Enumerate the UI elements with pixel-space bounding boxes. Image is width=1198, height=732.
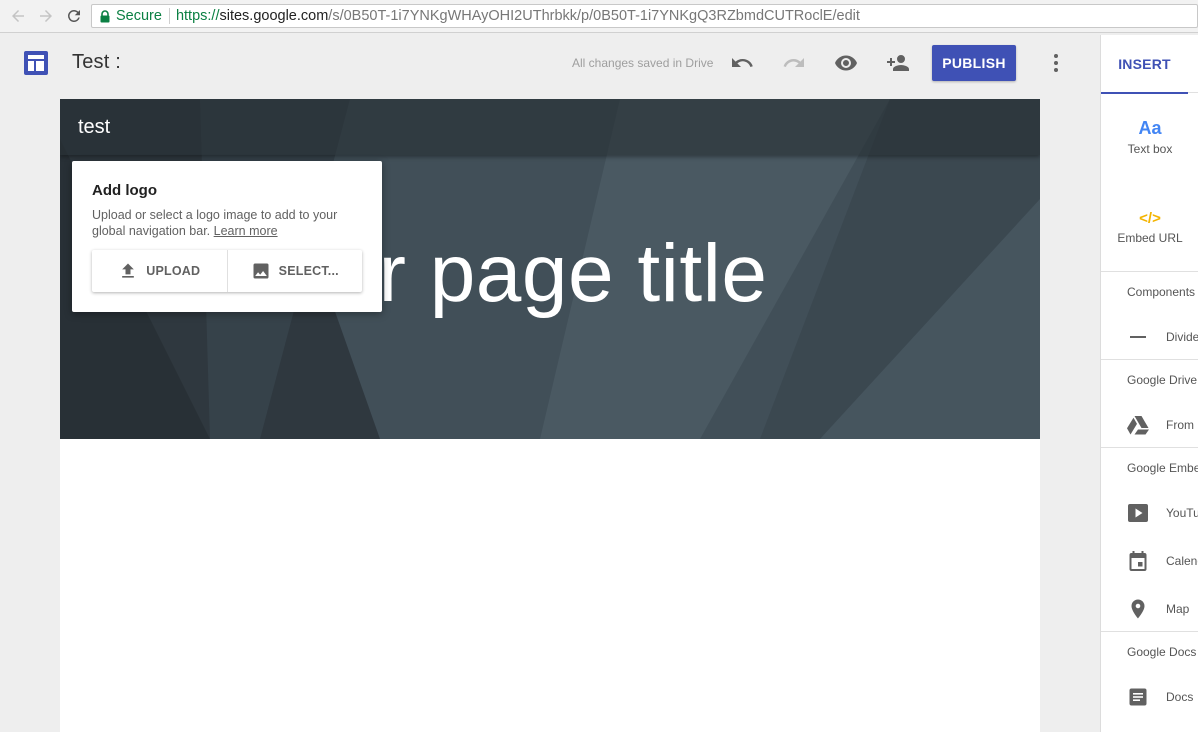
- section-divider: [1101, 447, 1198, 448]
- youtube-label: YouTu: [1166, 506, 1198, 520]
- nav-site-name[interactable]: test: [78, 116, 110, 139]
- url-separator: [168, 8, 170, 24]
- address-bar[interactable]: Secure https://sites.google.com/s/0B50T-…: [91, 4, 1198, 28]
- insert-youtube[interactable]: YouTu: [1127, 502, 1198, 524]
- insert-docs[interactable]: Docs: [1127, 686, 1193, 708]
- docs-label: Docs: [1166, 690, 1194, 704]
- youtube-icon: [1128, 504, 1148, 522]
- more-options-icon[interactable]: [1043, 50, 1069, 76]
- embed-code-icon: </>: [1139, 210, 1161, 227]
- learn-more-link[interactable]: Learn more: [214, 224, 278, 238]
- section-divider: [1101, 359, 1198, 360]
- insert-divider[interactable]: Divide: [1127, 326, 1198, 348]
- text-box-icon: Aa: [1138, 118, 1162, 138]
- upload-label: UPLOAD: [146, 264, 201, 278]
- undo-icon[interactable]: [729, 50, 755, 76]
- insert-from-drive[interactable]: From I: [1127, 414, 1198, 436]
- map-pin-icon: [1131, 599, 1145, 619]
- insert-panel: INSERT Aa Text box </> Embed URL Compone…: [1100, 35, 1198, 732]
- section-google-embeds: Google Embe: [1127, 461, 1198, 475]
- add-logo-dialog: Add logo Upload or select a logo image t…: [72, 161, 382, 312]
- add-logo-description: Upload or select a logo image to add to …: [92, 207, 364, 239]
- select-button[interactable]: SELECT...: [226, 250, 363, 292]
- section-divider: [1101, 271, 1198, 272]
- url-scheme: https://: [175, 8, 220, 24]
- url-path: /s/0B50T-1i7YNKgWHAyOHI2UThrbkk/p/0B50T-…: [328, 8, 860, 24]
- embed-url-label: Embed URL: [1117, 231, 1183, 245]
- upload-button[interactable]: UPLOAD: [92, 250, 227, 292]
- from-drive-label: From I: [1166, 418, 1198, 432]
- section-divider: [1101, 631, 1198, 632]
- divider-icon: [1130, 336, 1146, 338]
- back-icon[interactable]: [8, 6, 28, 26]
- preview-eye-icon[interactable]: [833, 50, 859, 76]
- text-box-label: Text box: [1127, 142, 1173, 156]
- insert-text-box[interactable]: Aa Text box: [1101, 118, 1198, 156]
- calendar-icon: [1129, 551, 1147, 571]
- google-sites-logo-icon[interactable]: [24, 51, 48, 75]
- insert-map[interactable]: Map: [1127, 598, 1189, 620]
- select-label: SELECT...: [278, 264, 339, 278]
- calendar-label: Calend: [1166, 554, 1198, 568]
- add-logo-title: Add logo: [92, 182, 157, 199]
- redo-icon[interactable]: [781, 50, 807, 76]
- insert-calendar[interactable]: Calend: [1127, 550, 1198, 572]
- url-host: sites.google.com: [219, 8, 329, 24]
- upload-icon: [122, 263, 135, 278]
- reload-icon[interactable]: [64, 6, 84, 26]
- forward-icon[interactable]: [36, 6, 56, 26]
- site-title[interactable]: Test :: [72, 51, 121, 74]
- google-drive-icon: [1127, 416, 1149, 435]
- divider-label: Divide: [1166, 330, 1198, 344]
- tab-divider: [1188, 92, 1198, 93]
- docs-icon: [1129, 688, 1147, 706]
- section-google-drive: Google Drive: [1127, 373, 1198, 387]
- share-add-person-icon[interactable]: [885, 50, 911, 76]
- site-navigation-bar[interactable]: test: [60, 99, 1040, 155]
- save-status: All changes saved in Drive: [572, 56, 714, 70]
- map-label: Map: [1166, 602, 1190, 616]
- publish-button[interactable]: PUBLISH: [932, 45, 1016, 81]
- section-google-docs: Google Docs: [1127, 645, 1197, 659]
- secure-label: Secure: [116, 8, 162, 24]
- insert-embed-url[interactable]: </> Embed URL: [1101, 207, 1198, 245]
- tab-insert[interactable]: INSERT: [1101, 35, 1188, 94]
- section-components: Components: [1127, 285, 1196, 299]
- lock-icon: [100, 9, 110, 22]
- browser-toolbar: Secure https://sites.google.com/s/0B50T-…: [0, 0, 1198, 33]
- logo-button-group: UPLOAD SELECT...: [92, 250, 362, 292]
- image-icon: [253, 263, 269, 279]
